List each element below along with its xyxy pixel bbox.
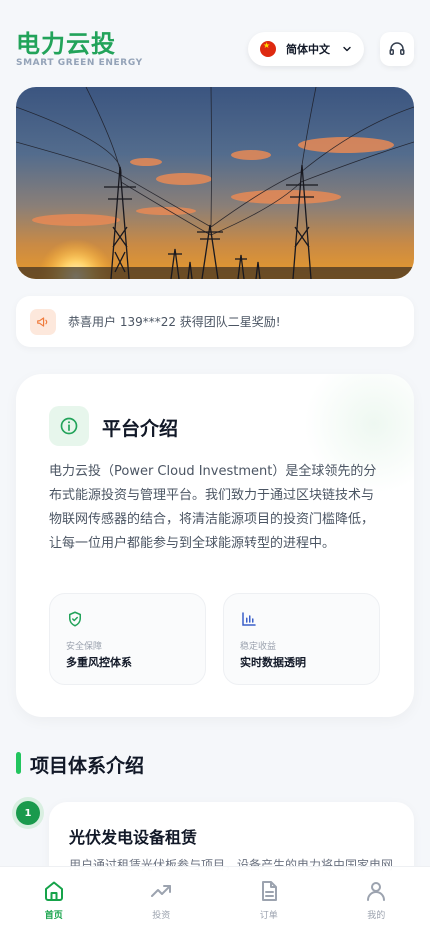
nav-label: 订单 (260, 908, 278, 921)
language-label: 简体中文 (286, 41, 342, 57)
feature-label: 安全保障 (66, 639, 102, 652)
announcement-text: 恭喜用户 139***22 获得团队二星奖励! (68, 313, 281, 330)
customer-support-button[interactable] (380, 32, 414, 66)
intro-description: 电力云投（Power Cloud Investment）是全球领先的分布式能源投… (49, 460, 383, 556)
nav-label: 首页 (45, 908, 63, 921)
platform-intro-card: 平台介绍 电力云投（Power Cloud Investment）是全球领先的分… (16, 374, 414, 717)
step-number-badge: 1 (16, 801, 40, 825)
info-icon (49, 406, 89, 446)
section-title: 项目体系介绍 (30, 751, 144, 778)
feature-returns: 稳定收益 实时数据透明 (223, 593, 380, 685)
nav-item-invest[interactable]: 投资 (108, 867, 216, 933)
feature-security: 安全保障 多重风控体系 (49, 593, 206, 685)
nav-label: 我的 (367, 908, 385, 921)
bottom-navigation: 首页 投资 订单 我的 (0, 866, 430, 933)
nav-item-orders[interactable]: 订单 (215, 867, 323, 933)
shield-check-icon (66, 610, 84, 628)
feature-value: 多重风控体系 (66, 654, 132, 670)
app-subtitle: SMART GREEN ENERGY (16, 58, 143, 68)
nav-item-profile[interactable]: 我的 (323, 867, 430, 933)
headset-icon (388, 40, 406, 58)
announcement-banner[interactable]: 恭喜用户 139***22 获得团队二星奖励! (16, 296, 414, 347)
step-title: 光伏发电设备租赁 (69, 824, 197, 848)
user-icon (364, 879, 388, 903)
language-selector[interactable]: 简体中文 (248, 32, 364, 66)
document-icon (257, 879, 281, 903)
section-accent-bar (16, 752, 21, 774)
chevron-down-icon (342, 44, 352, 54)
hero-banner-image (16, 87, 414, 279)
megaphone-icon (30, 309, 56, 335)
app-header: 电力云投 SMART GREEN ENERGY 简体中文 (16, 24, 414, 74)
trending-up-icon (149, 879, 173, 903)
home-icon (42, 879, 66, 903)
nav-item-home[interactable]: 首页 (0, 867, 108, 933)
feature-label: 稳定收益 (240, 639, 276, 652)
bar-chart-icon (240, 610, 258, 628)
china-flag-icon (260, 41, 276, 57)
feature-value: 实时数据透明 (240, 654, 306, 670)
app-title: 电力云投 (16, 24, 116, 59)
nav-label: 投资 (152, 908, 170, 921)
intro-title: 平台介绍 (102, 414, 178, 441)
